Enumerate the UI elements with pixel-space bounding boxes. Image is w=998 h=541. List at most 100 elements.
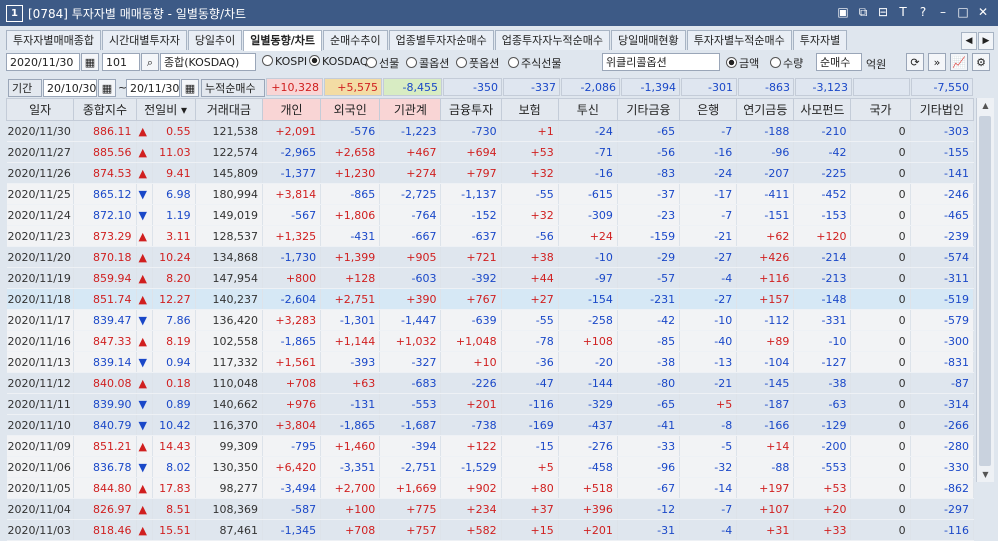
value-cell: +53 <box>793 477 852 499</box>
scroll-up-icon[interactable]: ▲ <box>978 98 993 113</box>
table-row[interactable]: 2020/11/09 851.21 ▲ 14.43 99,309 -795 +1,460 -3… <box>6 435 975 457</box>
table-row[interactable]: 2020/11/26 874.53 ▲ 9.41 145,809 -1,377 +1,230… <box>6 162 975 184</box>
col-header[interactable]: 투신 <box>557 98 618 121</box>
mode-select[interactable]: 순매수 <box>816 53 862 71</box>
col-header[interactable]: 전일비 ▾ <box>135 98 196 121</box>
tab-0[interactable]: 투자자별매매종합 <box>6 30 101 50</box>
vertical-scrollbar[interactable]: ▲ ▼ <box>976 98 994 482</box>
col-header[interactable]: 일자 <box>5 98 75 121</box>
table-row[interactable]: 2020/11/04 826.97 ▲ 8.51 108,369 -587 +100 +775… <box>6 498 975 520</box>
col-header[interactable]: 기타금융 <box>616 98 681 121</box>
col-header[interactable]: 은행 <box>679 98 738 121</box>
value-cell: +100 <box>320 498 381 520</box>
value-cell: -10 <box>558 246 618 268</box>
radio-3[interactable]: 콜옵션 <box>406 55 449 71</box>
table-row[interactable]: 2020/11/10 840.79 ▼ 10.42 116,370 +3,804 -1,86… <box>6 414 975 436</box>
table-row[interactable]: 2020/11/19 859.94 ▲ 8.20 147,954 +800 +128 -603… <box>6 267 975 289</box>
col-header[interactable]: 기타법인 <box>909 98 975 121</box>
scroll-down-icon[interactable]: ▼ <box>978 467 993 482</box>
table-row[interactable]: 2020/11/27 885.56 ▲ 11.03 122,574 -2,965 +2,65… <box>6 141 975 163</box>
col-header[interactable]: 연기금등 <box>736 98 795 121</box>
table-row[interactable]: 2020/11/16 847.33 ▲ 8.19 102,558 -1,865 +1,144… <box>6 330 975 352</box>
value-cell: -42 <box>617 309 681 331</box>
tile-icon[interactable]: ⊟ <box>874 4 892 21</box>
market-name-field[interactable]: 종합(KOSDAQ) <box>160 53 256 71</box>
index-cell: 818.46 <box>73 519 137 541</box>
tab-3[interactable]: 일별동향/차트 <box>243 30 323 51</box>
value-cell: +274 <box>379 162 442 184</box>
period-from-field[interactable]: 20/10/30 <box>43 79 97 97</box>
value-cell: +20 <box>793 498 852 520</box>
tab-prev-icon[interactable]: ◀ <box>961 32 977 50</box>
period-to-field[interactable]: 20/11/30 <box>126 79 180 97</box>
col-header[interactable]: 기관계 <box>379 98 442 121</box>
col-header[interactable]: 금융투자 <box>440 98 502 121</box>
tab-7[interactable]: 당일매매현황 <box>610 30 686 50</box>
col-header[interactable]: 보험 <box>500 98 559 121</box>
market-code-select[interactable]: 101 <box>102 53 140 71</box>
radio-1[interactable]: KOSDAQ <box>309 55 369 68</box>
value-cell: +5 <box>501 456 559 478</box>
date-field[interactable]: 2020/11/30 <box>6 53 80 71</box>
next-icon[interactable]: » <box>928 53 946 71</box>
table-row[interactable]: 2020/11/30 886.11 ▲ 0.55 121,538 +2,091 -576 -1… <box>6 120 975 142</box>
calendar-from-icon[interactable]: ▦ <box>98 79 116 97</box>
index-cell: 839.47 <box>73 309 137 331</box>
col-header[interactable]: 개인 <box>261 98 322 121</box>
table-row[interactable]: 2020/11/25 865.12 ▼ 6.98 180,994 +3,814 -865 -2… <box>6 183 975 205</box>
memo-icon[interactable]: ▣ <box>834 4 852 21</box>
value-cell: -1,730 <box>262 246 322 268</box>
sort-dropdown-icon[interactable]: ▾ <box>177 103 187 117</box>
refresh-icon[interactable]: ⟳ <box>906 53 924 71</box>
tab-8[interactable]: 투자자별누적순매수 <box>686 30 792 50</box>
tab-9[interactable]: 투자자별 <box>792 30 848 50</box>
table-row[interactable]: 2020/11/06 836.78 ▼ 8.02 130,350 +6,420 -3,351… <box>6 456 975 478</box>
radio-4[interactable]: 풋옵션 <box>456 55 499 71</box>
search-icon[interactable]: ⌕ <box>141 53 159 71</box>
table-row[interactable]: 2020/11/18 851.74 ▲ 12.27 140,237 -2,604 +2,75… <box>6 288 975 310</box>
tab-1[interactable]: 시간대별투자자 <box>101 30 187 50</box>
amount-radio-1[interactable]: 수량 <box>770 55 803 71</box>
maximize-icon[interactable]: □ <box>954 4 972 21</box>
chart-icon[interactable]: 📈 <box>950 53 968 71</box>
col-header[interactable]: 국가 <box>850 98 911 121</box>
weekly-option-select[interactable]: 위클리콜옵션 <box>602 53 720 71</box>
radio-2[interactable]: 선물 <box>366 55 399 71</box>
table-row[interactable]: 2020/11/13 839.14 ▼ 0.94 117,332 +1,561 -393 -3… <box>6 351 975 373</box>
radio-dot-icon <box>262 55 273 66</box>
radio-5[interactable]: 주식선물 <box>508 55 561 71</box>
restore-icon[interactable]: ⧉ <box>854 4 872 21</box>
table-row[interactable]: 2020/11/24 872.10 ▼ 1.19 149,019 -567 +1,806 -7… <box>6 204 975 226</box>
col-header[interactable]: 외국인 <box>320 98 381 121</box>
close-icon[interactable]: ✕ <box>974 4 992 21</box>
table-row[interactable]: 2020/11/03 818.46 ▲ 15.51 87,461 -1,345 +708 +7… <box>6 519 975 541</box>
radio-0[interactable]: KOSPI <box>262 55 307 68</box>
total-cell: +10,328 <box>266 78 323 96</box>
calendar-to-icon[interactable]: ▦ <box>181 79 199 97</box>
font-icon[interactable]: T <box>894 4 912 21</box>
tab-next-icon[interactable]: ▶ <box>978 32 994 50</box>
help-icon[interactable]: ? <box>914 4 932 21</box>
tab-6[interactable]: 업종투자자누적순매수 <box>494 30 610 50</box>
table-row[interactable]: 2020/11/11 839.90 ▼ 0.89 140,662 +976 -131 -553… <box>6 393 975 415</box>
table-row[interactable]: 2020/11/17 839.47 ▼ 7.86 136,420 +3,283 -1,301… <box>6 309 975 331</box>
tab-5[interactable]: 업종별투자자순매수 <box>388 30 494 50</box>
tab-4[interactable]: 순매수추이 <box>323 30 388 50</box>
table-row[interactable]: 2020/11/20 870.18 ▲ 10.24 134,868 -1,730 +1,39… <box>6 246 975 268</box>
amount-radio-0[interactable]: 금액 <box>726 55 759 71</box>
window-number: 1 <box>6 5 23 22</box>
scroll-thumb[interactable] <box>979 116 991 466</box>
tab-2[interactable]: 당일추이 <box>187 30 243 50</box>
table-row[interactable]: 2020/11/23 873.29 ▲ 3.11 128,537 +1,325 -431 -6… <box>6 225 975 247</box>
col-header[interactable]: 종합지수 <box>73 98 137 121</box>
col-header[interactable]: 사모펀드 <box>793 98 852 121</box>
settings-icon[interactable]: ⚙ <box>972 53 990 71</box>
calendar-icon[interactable]: ▦ <box>81 53 99 71</box>
value-cell: -603 <box>379 267 442 289</box>
value-cell: -38 <box>617 351 681 373</box>
col-header[interactable]: 거래대금 <box>194 98 263 121</box>
minimize-icon[interactable]: – <box>934 4 952 21</box>
table-row[interactable]: 2020/11/05 844.80 ▲ 17.83 98,277 -3,494 +2,700… <box>6 477 975 499</box>
table-row[interactable]: 2020/11/12 840.08 ▲ 0.18 110,048 +708 +63 -683-… <box>6 372 975 394</box>
value-cell: +108 <box>558 330 618 352</box>
